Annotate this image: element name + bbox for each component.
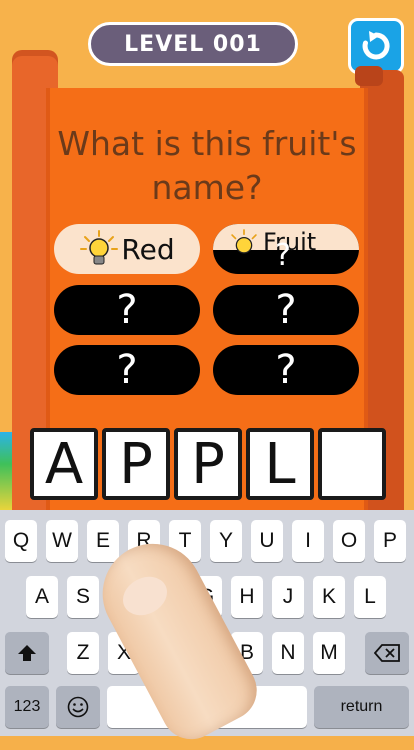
key-a[interactable]: A xyxy=(26,576,58,618)
backspace-icon xyxy=(374,644,400,662)
hint-card-4[interactable]: ? xyxy=(213,285,359,335)
answer-letter-box[interactable] xyxy=(318,428,386,500)
key-p[interactable]: P xyxy=(374,520,406,562)
key-o[interactable]: O xyxy=(333,520,365,562)
delete-key[interactable] xyxy=(365,632,409,674)
key-w[interactable]: W xyxy=(46,520,78,562)
hint-label: Red xyxy=(121,232,175,266)
lightbulb-icon xyxy=(80,230,119,265)
emoji-key[interactable] xyxy=(56,686,100,728)
hidden-hint-mark: ? xyxy=(116,287,138,333)
key-z[interactable]: Z xyxy=(67,632,99,674)
key-q[interactable]: Q xyxy=(5,520,37,562)
hidden-hint-mark: ? xyxy=(275,347,297,393)
emoji-icon xyxy=(67,696,89,718)
key-n[interactable]: N xyxy=(272,632,304,674)
scroll-roll-right-top xyxy=(355,66,383,86)
hint-card-3[interactable]: ? xyxy=(54,285,200,335)
answer-letter-box[interactable]: L xyxy=(246,428,314,500)
hidden-hint-mark: ? xyxy=(116,347,138,393)
lightbulb-icon xyxy=(231,229,257,254)
key-i[interactable]: I xyxy=(292,520,324,562)
hint-card-1[interactable]: Red xyxy=(54,224,200,274)
numbers-key[interactable]: 123 xyxy=(5,686,49,728)
key-k[interactable]: K xyxy=(313,576,345,618)
shift-icon xyxy=(18,645,36,661)
return-key[interactable]: return xyxy=(314,686,409,728)
decorative-stripe xyxy=(0,432,12,512)
answer-letter-box[interactable]: A xyxy=(30,428,98,500)
restart-icon xyxy=(362,31,390,60)
key-l[interactable]: L xyxy=(354,576,386,618)
question-text: What is this fruit's name? xyxy=(57,124,357,207)
key-j[interactable]: J xyxy=(272,576,304,618)
key-h[interactable]: H xyxy=(231,576,263,618)
key-u[interactable]: U xyxy=(251,520,283,562)
answer-letter-box[interactable]: P xyxy=(102,428,170,500)
key-y[interactable]: Y xyxy=(210,520,242,562)
key-m[interactable]: M xyxy=(313,632,345,674)
shift-key[interactable] xyxy=(5,632,49,674)
answer-letter-box[interactable]: P xyxy=(174,428,242,500)
hidden-hint-mark: ? xyxy=(275,238,291,273)
hint-card-2[interactable]: Fruit ? xyxy=(213,224,359,274)
hidden-hint-mark: ? xyxy=(275,287,297,333)
level-indicator: LEVEL 001 xyxy=(88,22,298,66)
level-label: LEVEL 001 xyxy=(124,31,262,57)
hint-card-6[interactable]: ? xyxy=(213,345,359,395)
key-e[interactable]: E xyxy=(87,520,119,562)
hint-card-5[interactable]: ? xyxy=(54,345,200,395)
key-s[interactable]: S xyxy=(67,576,99,618)
